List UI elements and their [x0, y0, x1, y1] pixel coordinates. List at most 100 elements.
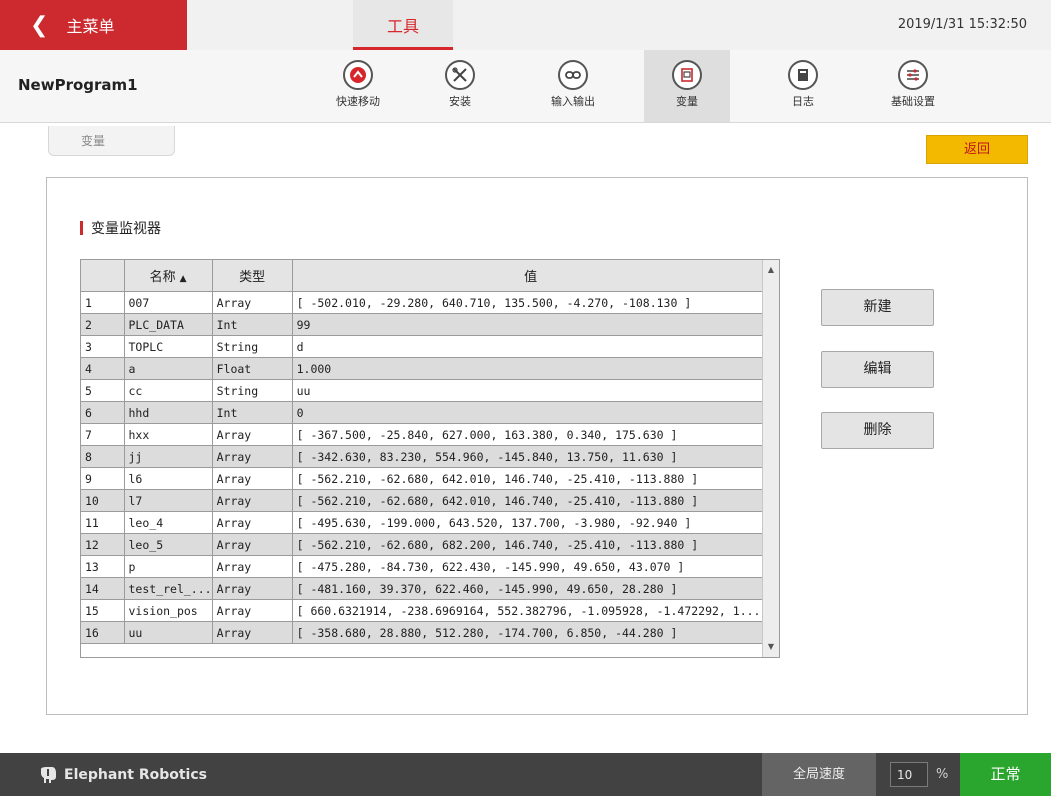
install-icon	[445, 60, 475, 90]
variable-name-cell: cc	[124, 379, 213, 402]
tab-variable[interactable]: 变量	[48, 126, 175, 156]
variable-name-cell: leo_5	[124, 533, 213, 556]
settings-icon	[898, 60, 928, 90]
variable-value-cell: [ -358.680, 28.880, 512.280, -174.700, 6…	[292, 621, 770, 644]
table-row[interactable]: 12 leo_5 Array[ -562.210, -62.680, 682.200…	[81, 533, 770, 556]
table-row[interactable]: 3 TOPLC String d	[81, 335, 770, 358]
tool-settings[interactable]: 基础设置	[870, 50, 956, 122]
global-speed-input[interactable]: 10	[890, 762, 928, 787]
table-row[interactable]: 10 l7 Array[ -562.210, -62.680, 642.010, 1…	[81, 489, 770, 512]
row-index-cell: 12	[81, 533, 125, 556]
variable-value-cell: [ -495.630, -199.000, 643.520, 137.700, …	[292, 511, 770, 534]
back-button[interactable]: 返回	[926, 135, 1028, 164]
variable-value-cell: 99	[292, 313, 770, 336]
tool-io[interactable]: 输入输出	[530, 50, 616, 122]
table-header-row: 名称 ▲ 类型 值	[81, 260, 770, 292]
section-title: 变量监视器	[80, 218, 161, 238]
delete-variable-button[interactable]: 删除	[821, 412, 934, 449]
row-index-cell: 10	[81, 489, 125, 512]
tab-tools[interactable]: 工具	[353, 0, 453, 50]
variable-name-cell: hhd	[124, 401, 213, 424]
log-icon	[788, 60, 818, 90]
table-row[interactable]: 7 hxx Array[ -367.500, -25.840, 627.000, 1…	[81, 423, 770, 446]
toolbar: NewProgram1 快速移动 安装 输入输出 变量 日志 基础设置	[0, 50, 1051, 123]
row-index-cell: 6	[81, 401, 125, 424]
table-row[interactable]: 13 p Array[ -475.280, -84.730, 622.430, -1…	[81, 555, 770, 578]
variable-type-cell: Array	[212, 511, 293, 534]
column-header-name[interactable]: 名称 ▲	[124, 260, 213, 292]
variable-name-cell: PLC_DATA	[124, 313, 213, 336]
variable-type-cell: Array	[212, 489, 293, 512]
variable-type-cell: Array	[212, 467, 293, 490]
table-row[interactable]: 11 leo_4 Array[ -495.630, -199.000, 643.52…	[81, 511, 770, 534]
variable-type-cell: String	[212, 335, 293, 358]
datetime-display: 2019/1/31 15:32:50	[897, 17, 1027, 32]
table-row[interactable]: 6 hhd Int 0	[81, 401, 770, 424]
table-row[interactable]: 9 l6 Array[ -562.210, -62.680, 642.010, 14…	[81, 467, 770, 490]
tool-fast-move[interactable]: 快速移动	[315, 50, 401, 122]
variable-type-cell: Array	[212, 533, 293, 556]
tool-label: 快速移动	[336, 95, 380, 108]
table-row[interactable]: 16 uu Array[ -358.680, 28.880, 512.280, -1…	[81, 621, 770, 644]
variable-name-cell: l7	[124, 489, 213, 512]
variable-name-cell: a	[124, 357, 213, 380]
tool-label: 日志	[792, 95, 814, 108]
table-body: 1 0 0 7 Array [ -502.010, -29.280, 640.710, 1…	[81, 291, 770, 644]
variable-value-cell: [ -562.210, -62.680, 642.010, 146.740, -…	[292, 467, 770, 490]
variable-value-cell: [ -562.210, -62.680, 682.200, 146.740, -…	[292, 533, 770, 556]
variable-grid: 名称 ▲ 类型 值 1 0 0 7 Array [ -502.010, -29.280, 6…	[81, 260, 770, 644]
variable-table[interactable]: 名称 ▲ 类型 值 1 0 0 7 Array [ -502.010, -29.280, 6…	[80, 259, 780, 658]
variable-type-cell: Int	[212, 401, 293, 424]
speed-percent-unit: %	[936, 767, 949, 782]
row-index-cell: 7	[81, 423, 125, 446]
variable-type-cell: Float	[212, 357, 293, 380]
edit-variable-button[interactable]: 编辑	[821, 351, 934, 388]
table-row[interactable]: 4 a Float 1.000	[81, 357, 770, 380]
tool-label: 基础设置	[891, 95, 935, 108]
table-row[interactable]: 2 PLC_DATA Int 99	[81, 313, 770, 336]
table-row[interactable]: 1 007 Array[ -502.010, -29.280, 640.710, 1…	[81, 291, 770, 314]
column-header-value[interactable]: 值	[292, 260, 770, 292]
variable-name-cell: jj	[124, 445, 213, 468]
elephant-logo-icon	[41, 766, 56, 783]
column-header-type[interactable]: 类型	[212, 260, 293, 292]
variable-value-cell: [ 660.6321914, -238.6969164, 552.382796,…	[292, 599, 770, 622]
status-badge: 正常	[960, 753, 1051, 796]
scroll-down-arrow-icon[interactable]: ▼	[763, 639, 779, 655]
table-row[interactable]: 15 vision_pos Array[ 660.6321914, -238.696…	[81, 599, 770, 622]
row-index-cell: 11	[81, 511, 125, 534]
tool-log[interactable]: 日志	[760, 50, 846, 122]
top-bar: ❮ 主菜单 工具 2019/1/31 15:32:50	[0, 0, 1051, 50]
variable-type-cell: String	[212, 379, 293, 402]
variable-type-cell: Array	[212, 599, 293, 622]
table-row[interactable]: 5 cc String uu	[81, 379, 770, 402]
row-index-cell: 8	[81, 445, 125, 468]
main-menu-label: 主菜单	[66, 17, 115, 36]
variable-value-cell: 0	[292, 401, 770, 424]
chevron-left-icon: ❮	[30, 12, 49, 38]
main-menu-button[interactable]: ❮ 主菜单	[0, 0, 187, 50]
tool-install[interactable]: 安装	[417, 50, 503, 122]
new-variable-button[interactable]: 新建	[821, 289, 934, 326]
tool-label: 安装	[449, 95, 471, 108]
variable-name-cell: uu	[124, 621, 213, 644]
table-row[interactable]: 14 test_rel_... Array[ -481.160, 39.370, 6…	[81, 577, 770, 600]
sort-ascending-icon: ▲	[179, 274, 187, 284]
brand-name: Elephant Robotics	[64, 766, 207, 783]
tool-label: 输入输出	[551, 95, 595, 108]
table-scrollbar[interactable]: ▲ ▼	[762, 260, 779, 657]
fast-move-icon	[343, 60, 373, 90]
table-row[interactable]: 8 jj Array[ -342.630, 83.230, 554.960, -14…	[81, 445, 770, 468]
variable-value-cell: [ -502.010, -29.280, 640.710, 135.500, -…	[292, 291, 770, 314]
scroll-up-arrow-icon[interactable]: ▲	[763, 262, 779, 278]
row-index-cell: 9	[81, 467, 125, 490]
variable-icon	[672, 60, 702, 90]
row-index-cell: 1	[81, 291, 125, 314]
row-index-cell: 3	[81, 335, 125, 358]
variable-type-cell: Int	[212, 313, 293, 336]
column-header-index	[81, 260, 125, 292]
variable-name-cell: leo_4	[124, 511, 213, 534]
program-name: NewProgram1	[18, 76, 138, 94]
variable-name-cell: vision_pos	[124, 599, 213, 622]
tool-variable[interactable]: 变量	[644, 50, 730, 122]
